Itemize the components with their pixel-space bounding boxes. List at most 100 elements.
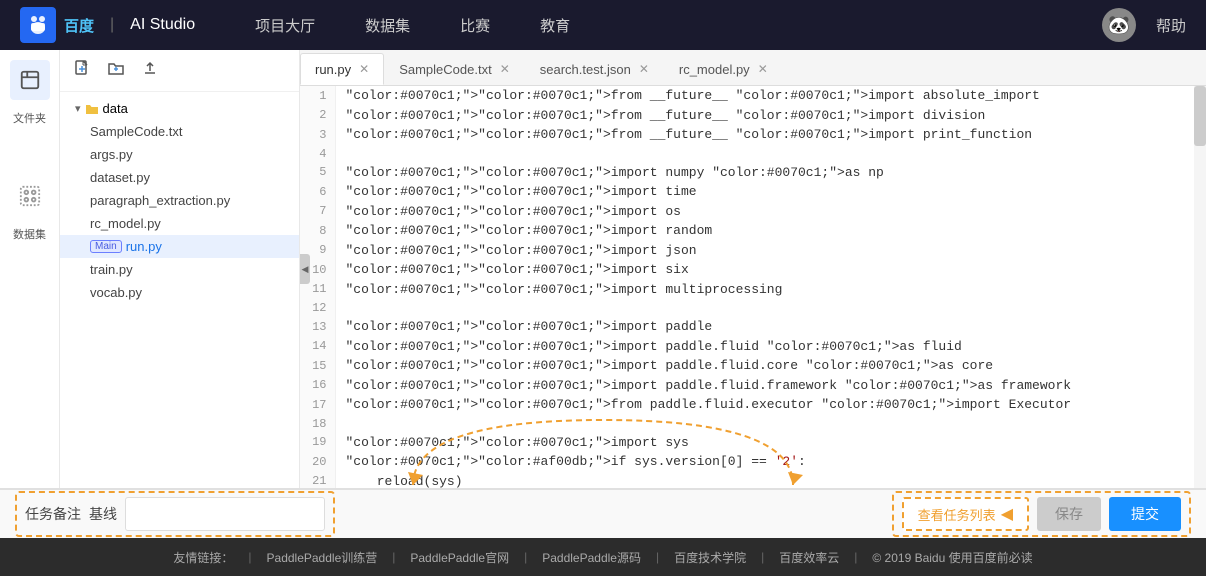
file-rcmodel[interactable]: rc_model.py — [60, 212, 299, 235]
brand: 百度 | AI Studio — [20, 7, 195, 43]
table-row: 6 "color:#0070c1;">"color:#0070c1;">impo… — [300, 182, 1206, 202]
code-table: 1 "color:#0070c1;">"color:#0070c1;">from… — [300, 86, 1206, 488]
line-number: 12 — [300, 299, 335, 317]
sidebar-datasets-btn[interactable] — [10, 176, 50, 216]
scrollbar-track[interactable] — [1194, 86, 1206, 488]
code-container[interactable]: 1 "color:#0070c1;">"color:#0070c1;">from… — [300, 86, 1206, 488]
file-toolbar — [60, 50, 299, 92]
nav-education[interactable]: 教育 — [540, 15, 570, 36]
tab-runpy[interactable]: run.py ✕ — [300, 53, 384, 85]
line-content: "color:#0070c1;">"color:#0070c1;">import… — [335, 260, 1206, 280]
file-runpy[interactable]: Main run.py — [60, 235, 299, 258]
line-number: 14 — [300, 337, 335, 357]
sidebar-files-btn[interactable] — [10, 60, 50, 100]
footer-sep-5: | — [761, 550, 764, 564]
table-row: 19 "color:#0070c1;">"color:#0070c1;">imp… — [300, 433, 1206, 453]
footer-sep-4: | — [656, 550, 659, 564]
table-row: 7 "color:#0070c1;">"color:#0070c1;">impo… — [300, 202, 1206, 222]
line-content: "color:#0070c1;">"color:#0070c1;">import… — [335, 241, 1206, 261]
tab-close-runpy[interactable]: ✕ — [359, 63, 369, 75]
file-name: dataset.py — [90, 170, 150, 185]
line-number: 1 — [300, 86, 335, 106]
line-number: 18 — [300, 415, 335, 433]
main-badge: Main — [90, 240, 122, 253]
line-content: "color:#0070c1;">"color:#0070c1;">import… — [335, 280, 1206, 300]
submit-btn[interactable]: 提交 — [1109, 497, 1181, 531]
footer-sep-3: | — [524, 550, 527, 564]
line-content: "color:#0070c1;">"color:#0070c1;">import… — [335, 376, 1206, 396]
main-area: 文件夹 数据集 — [0, 50, 1206, 488]
file-samplecode[interactable]: SampleCode.txt — [60, 120, 299, 143]
line-number: 4 — [300, 145, 335, 163]
nav-datasets[interactable]: 数据集 — [365, 15, 410, 36]
line-number: 19 — [300, 433, 335, 453]
line-content: "color:#0070c1;">"color:#0070c1;">import… — [335, 356, 1206, 376]
file-vocab[interactable]: vocab.py — [60, 281, 299, 304]
line-number: 20 — [300, 452, 335, 472]
footer-link-4[interactable]: 百度技术学院 — [674, 549, 746, 566]
line-number: 8 — [300, 221, 335, 241]
table-row: 12 — [300, 299, 1206, 317]
table-row: 18 — [300, 415, 1206, 433]
scrollbar-thumb[interactable] — [1194, 86, 1206, 146]
table-row: 3 "color:#0070c1;">"color:#0070c1;">from… — [300, 125, 1206, 145]
baidu-logo — [20, 7, 56, 43]
line-content: "color:#0070c1;">"color:#0070c1;">import… — [335, 163, 1206, 183]
file-args[interactable]: args.py — [60, 143, 299, 166]
upload-btn[interactable] — [138, 58, 162, 83]
table-row: 15 "color:#0070c1;">"color:#0070c1;">imp… — [300, 356, 1206, 376]
help-link[interactable]: 帮助 — [1156, 15, 1186, 36]
tab-close-samplecode[interactable]: ✕ — [500, 63, 510, 75]
tab-samplecode[interactable]: SampleCode.txt ✕ — [384, 53, 525, 85]
line-content — [335, 415, 1206, 433]
editor-area: run.py ✕ SampleCode.txt ✕ search.test.js… — [300, 50, 1206, 488]
tab-close-searchtest[interactable]: ✕ — [639, 63, 649, 75]
line-content: "color:#0070c1;">"color:#0070c1;">import… — [335, 202, 1206, 222]
tab-label: SampleCode.txt — [399, 62, 492, 77]
new-file-btn[interactable] — [70, 58, 94, 83]
line-number: 17 — [300, 395, 335, 415]
table-row: 21 reload(sys) — [300, 472, 1206, 489]
line-content: "color:#0070c1;">"color:#0070c1;">import… — [335, 182, 1206, 202]
brand-name: AI Studio — [130, 16, 195, 34]
tab-rcmodel[interactable]: rc_model.py ✕ — [664, 53, 783, 85]
line-content — [335, 299, 1206, 317]
tab-bar: run.py ✕ SampleCode.txt ✕ search.test.js… — [300, 50, 1206, 86]
file-explorer: ▾ data SampleCode.txt args.py dataset.py… — [60, 50, 300, 488]
line-content: "color:#0070c1;">"color:#0070c1;">import… — [335, 317, 1206, 337]
line-number: 15 — [300, 356, 335, 376]
file-dataset[interactable]: dataset.py — [60, 166, 299, 189]
view-tasks-btn[interactable]: 查看任务列表 ◀ — [902, 497, 1029, 531]
nav-competition[interactable]: 比赛 — [460, 15, 490, 36]
navbar: 百度 | AI Studio 项目大厅 数据集 比赛 教育 🐼 帮助 — [0, 0, 1206, 50]
footer-link-5[interactable]: 百度效率云 — [779, 549, 839, 566]
table-row: 2 "color:#0070c1;">"color:#0070c1;">from… — [300, 106, 1206, 126]
navbar-right: 🐼 帮助 — [1102, 8, 1186, 42]
task-input[interactable] — [125, 497, 325, 531]
tab-close-rcmodel[interactable]: ✕ — [758, 63, 768, 75]
new-folder-btn[interactable] — [104, 58, 128, 83]
footer-link-2[interactable]: PaddlePaddle官网 — [410, 549, 509, 566]
folder-name: data — [103, 101, 128, 116]
footer-link-1[interactable]: PaddlePaddle训练营 — [267, 549, 378, 566]
file-paragraph[interactable]: paragraph_extraction.py — [60, 189, 299, 212]
folder-data[interactable]: ▾ data — [60, 97, 299, 120]
bottom-panel: 任务备注 基线 查看任务列表 ◀ 保存 提交 — [0, 488, 1206, 538]
collapse-arrow[interactable]: ◀ — [300, 254, 310, 284]
file-train[interactable]: train.py — [60, 258, 299, 281]
line-number: 6 — [300, 182, 335, 202]
tab-searchtest[interactable]: search.test.json ✕ — [525, 53, 664, 85]
baidu-text: 百度 — [64, 15, 94, 36]
footer-link-3[interactable]: PaddlePaddle源码 — [542, 549, 641, 566]
table-row: 13 "color:#0070c1;">"color:#0070c1;">imp… — [300, 317, 1206, 337]
table-row: 10 "color:#0070c1;">"color:#0070c1;">imp… — [300, 260, 1206, 280]
line-number: 21 — [300, 472, 335, 489]
table-row: 5 "color:#0070c1;">"color:#0070c1;">impo… — [300, 163, 1206, 183]
line-content: "color:#0070c1;">"color:#0070c1;">from _… — [335, 106, 1206, 126]
arrow-icon: ◀ — [1001, 504, 1013, 524]
file-name: paragraph_extraction.py — [90, 193, 230, 208]
avatar[interactable]: 🐼 — [1102, 8, 1136, 42]
nav-projects[interactable]: 项目大厅 — [255, 15, 315, 36]
files-label: 文件夹 — [13, 110, 46, 126]
save-btn[interactable]: 保存 — [1037, 497, 1101, 531]
